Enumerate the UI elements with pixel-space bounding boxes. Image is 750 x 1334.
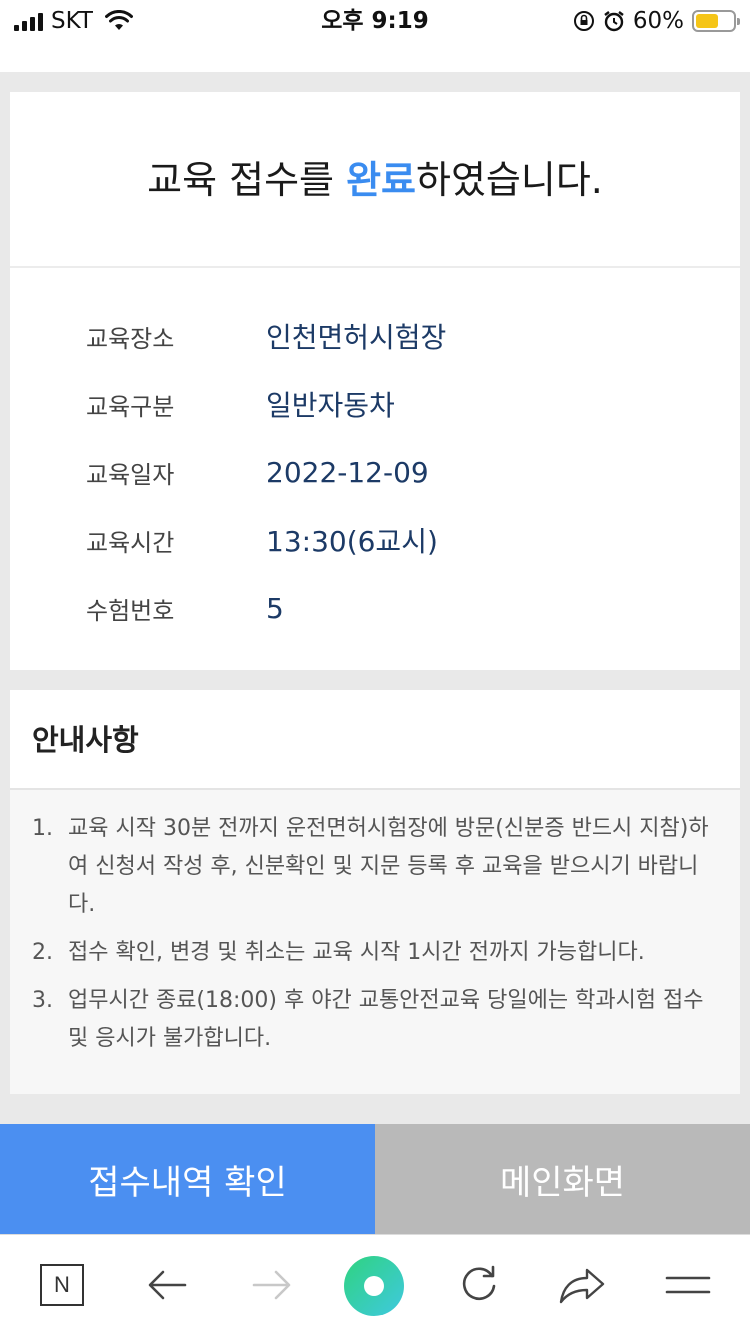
refresh-icon: [462, 1265, 496, 1301]
info-row-exam-number: 수험번호 5: [86, 588, 284, 628]
naver-icon-label: N: [54, 1272, 70, 1297]
green-dot-icon: [344, 1256, 404, 1316]
notice-list: 1. 교육 시작 30분 전까지 운전면허시험장에 방문(신분증 반드시 지참)…: [32, 810, 722, 1068]
notice-card: 안내사항 1. 교육 시작 30분 전까지 운전면허시험장에 방문(신분증 반드…: [10, 690, 740, 1094]
forward-button[interactable]: [248, 1261, 296, 1309]
info-label: 수험번호: [86, 596, 175, 625]
completion-card: 교육 접수를 완료하였습니다. 교육장소 인천면허시험장 교육구분 일반자동차 …: [10, 92, 740, 670]
info-row-category: 교육구분 일반자동차: [86, 384, 395, 424]
title-prefix: 교육 접수를: [147, 158, 347, 202]
title-suffix: 하였습니다.: [416, 158, 603, 202]
rotation-lock-icon: [573, 11, 594, 31]
check-registration-button[interactable]: 접수내역 확인: [0, 1124, 375, 1234]
back-button[interactable]: [143, 1261, 191, 1309]
notice-number: 2.: [32, 940, 53, 965]
main-screen-button[interactable]: 메인화면: [375, 1124, 750, 1234]
info-value: 13:30(6교시): [266, 525, 438, 558]
info-label: 교육장소: [86, 324, 175, 353]
info-row-date: 교육일자 2022-12-09: [86, 452, 429, 492]
info-label: 교육시간: [86, 528, 175, 557]
arrow-right-icon: [252, 1270, 291, 1300]
status-bar: SKT 오후 9:19 60%: [0, 0, 750, 72]
menu-button[interactable]: [664, 1261, 712, 1309]
notice-text: 업무시간 종료(18:00) 후 야간 교통안전교육 당일에는 학과시험 접수 …: [68, 988, 704, 1051]
notice-number: 1.: [32, 816, 53, 841]
info-value: 인천면허시험장: [266, 321, 447, 354]
notice-item: 3. 업무시간 종료(18:00) 후 야간 교통안전교육 당일에는 학과시험 …: [32, 982, 722, 1058]
info-value: 2022-12-09: [266, 455, 429, 489]
notice-text: 교육 시작 30분 전까지 운전면허시험장에 방문(신분증 반드시 지참)하여 …: [68, 816, 709, 917]
share-button[interactable]: [558, 1261, 606, 1309]
notice-item: 2. 접수 확인, 변경 및 취소는 교육 시작 1시간 전까지 가능합니다.: [32, 934, 722, 972]
menu-icon: [665, 1276, 711, 1294]
notice-text: 접수 확인, 변경 및 취소는 교육 시작 1시간 전까지 가능합니다.: [68, 940, 645, 965]
info-row-location: 교육장소 인천면허시험장: [86, 316, 446, 356]
completion-title: 교육 접수를 완료하였습니다.: [10, 92, 740, 268]
info-value: 일반자동차: [266, 389, 395, 422]
refresh-button[interactable]: [455, 1261, 503, 1309]
notice-number: 3.: [32, 988, 53, 1013]
info-label: 교육일자: [86, 460, 175, 489]
alarm-icon: [604, 11, 624, 32]
title-highlight: 완료: [346, 158, 416, 202]
battery-icon: [692, 10, 740, 32]
browser-toolbar: N: [0, 1234, 750, 1334]
green-dot-button[interactable]: [343, 1255, 405, 1317]
naver-icon: N: [40, 1264, 84, 1306]
arrow-left-icon: [148, 1270, 187, 1300]
share-icon: [559, 1268, 605, 1304]
notice-title: 안내사항: [10, 690, 740, 790]
info-row-time: 교육시간 13:30(6교시): [86, 520, 438, 560]
status-right: 60%: [573, 6, 740, 36]
notice-item: 1. 교육 시작 30분 전까지 운전면허시험장에 방문(신분증 반드시 지참)…: [32, 810, 722, 924]
info-label: 교육구분: [86, 392, 175, 421]
info-value: 5: [266, 591, 284, 625]
battery-percent: 60%: [632, 8, 684, 34]
naver-home-button[interactable]: N: [38, 1261, 86, 1309]
